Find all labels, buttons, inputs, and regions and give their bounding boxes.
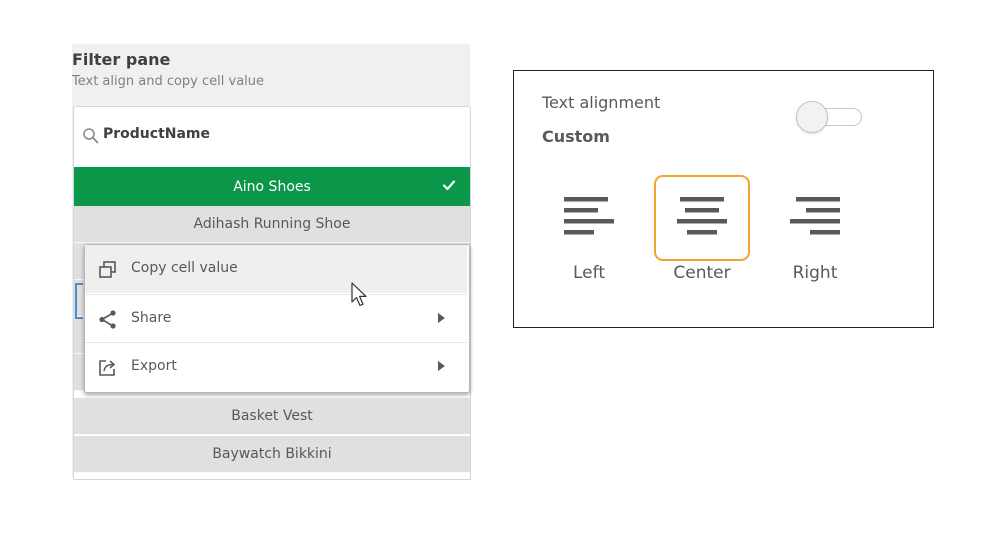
listbox-search[interactable]: ProductName: [74, 107, 470, 165]
pane-title: Filter pane: [72, 50, 171, 69]
checkmark-icon: [442, 180, 456, 191]
share-icon: [99, 310, 116, 329]
list-item-label: Aino Shoes: [233, 178, 311, 195]
list-item[interactable]: Baywatch Bikkini: [74, 436, 470, 473]
align-option-label: Center: [673, 263, 731, 283]
list-item[interactable]: Basket Vest: [74, 398, 470, 435]
menu-item-share[interactable]: Share: [85, 294, 467, 343]
align-center-icon: [677, 197, 727, 235]
text-alignment-mode: Custom: [542, 127, 610, 146]
menu-item-export[interactable]: Export: [85, 342, 467, 391]
text-alignment-title: Text alignment: [542, 93, 661, 112]
search-icon: [83, 128, 99, 144]
align-right-icon: [790, 197, 840, 235]
menu-item-copy-cell-value[interactable]: Copy cell value: [85, 245, 467, 293]
menu-item-label: Share: [131, 310, 172, 326]
list-item-label: Basket Vest: [231, 408, 313, 424]
list-item[interactable]: Adihash Running Shoe: [74, 206, 470, 243]
focus-outline: [75, 283, 83, 319]
field-name: ProductName: [103, 126, 211, 142]
align-right-button[interactable]: Right: [766, 175, 864, 287]
list-item-label: Baywatch Bikkini: [212, 446, 332, 462]
align-option-label: Left: [573, 263, 605, 283]
export-icon: [99, 360, 116, 376]
mouse-cursor-icon: [351, 282, 367, 307]
context-menu: Copy cell value Share Export: [84, 244, 470, 393]
menu-item-label: Copy cell value: [131, 260, 238, 276]
submenu-arrow-icon: [438, 313, 445, 323]
text-alignment-panel: Text alignment Custom Left Center Right: [513, 70, 934, 328]
align-left-icon: [564, 197, 614, 235]
align-center-button[interactable]: Center: [653, 175, 751, 287]
menu-item-label: Export: [131, 358, 177, 374]
align-left-button[interactable]: Left: [540, 175, 638, 287]
copy-icon: [99, 261, 116, 278]
toggle-knob: [796, 101, 828, 133]
list-item[interactable]: Aino Shoes: [74, 167, 470, 206]
pane-subtitle: Text align and copy cell value: [72, 74, 265, 89]
auto-alignment-toggle[interactable]: [796, 101, 864, 133]
align-option-label: Right: [792, 263, 838, 283]
submenu-arrow-icon: [438, 361, 445, 371]
list-item-label: Adihash Running Shoe: [193, 216, 351, 232]
